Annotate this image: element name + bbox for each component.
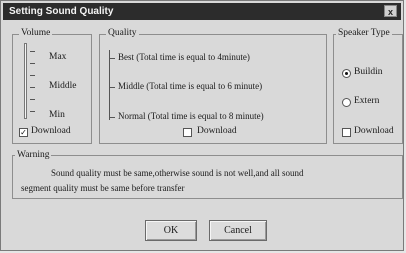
title-bar[interactable]: Setting Sound Quality x (3, 3, 401, 20)
quality-group: Quality Best (Total time is equal to 4mi… (99, 28, 327, 144)
ok-button[interactable]: OK (145, 220, 197, 241)
dialog-title: Setting Sound Quality (9, 6, 114, 17)
cancel-button[interactable]: Cancel (209, 220, 267, 241)
volume-tick (30, 111, 35, 112)
quality-connector (109, 58, 115, 59)
quality-connector (109, 117, 115, 118)
quality-option-normal[interactable]: Normal (Total time is equal to 8 minute) (118, 111, 264, 121)
quality-download-checkbox[interactable] (183, 128, 192, 137)
volume-tick (30, 75, 35, 76)
warning-line-2: segment quality must be same before tran… (21, 183, 185, 193)
volume-level-max: Max (49, 52, 67, 62)
volume-tick (30, 99, 35, 100)
volume-level-min: Min (49, 110, 65, 120)
speaker-buildin-radio[interactable] (342, 69, 351, 78)
volume-level-middle: Middle (49, 81, 77, 91)
close-icon[interactable]: x (384, 5, 397, 17)
speaker-type-group: Speaker Type Buildin Extern Download (333, 28, 403, 144)
volume-tick (30, 87, 35, 88)
quality-download-label: Download (197, 126, 237, 136)
volume-tick (30, 63, 35, 64)
warning-group: Warning Sound quality must be same,other… (12, 150, 403, 199)
speaker-extern-label: Extern (354, 96, 380, 106)
quality-bracket (109, 50, 110, 120)
quality-option-middle[interactable]: Middle (Total time is equal to 6 minute) (118, 81, 262, 91)
quality-legend: Quality (106, 28, 139, 38)
volume-download-label: Download (31, 126, 71, 136)
volume-slider[interactable] (24, 43, 27, 119)
speaker-extern-radio[interactable] (342, 98, 351, 107)
quality-option-best[interactable]: Best (Total time is equal to 4minute) (118, 52, 250, 62)
quality-connector (109, 87, 115, 88)
volume-download-checkbox[interactable]: ✓ (19, 128, 28, 137)
volume-legend: Volume (19, 28, 53, 38)
volume-group: Volume Max Middle Min ✓ Download (12, 28, 92, 144)
sound-quality-dialog: Setting Sound Quality x Volume Max Middl… (0, 0, 404, 251)
volume-tick (30, 51, 35, 52)
warning-line-1: Sound quality must be same,otherwise sou… (51, 168, 304, 178)
speaker-buildin-label: Buildin (354, 67, 383, 77)
speaker-type-legend: Speaker Type (336, 28, 392, 38)
warning-legend: Warning (15, 150, 52, 160)
speaker-download-label: Download (354, 126, 394, 136)
speaker-download-checkbox[interactable] (342, 128, 351, 137)
